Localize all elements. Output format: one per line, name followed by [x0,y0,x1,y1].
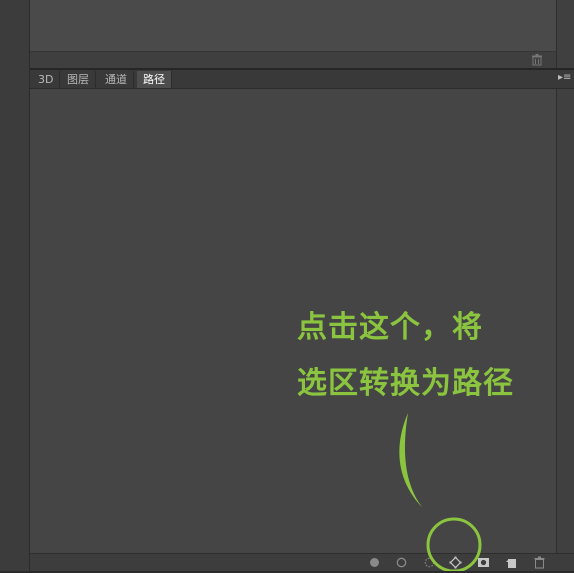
fill-path-icon[interactable] [368,556,381,569]
paths-panel-footer [30,553,574,572]
tab-3d[interactable]: 3D [32,71,61,88]
upper-panel-footer [30,51,556,69]
highlight-circle-icon [426,517,482,573]
tab-layers[interactable]: 图层 [61,71,96,88]
stroke-path-icon[interactable] [395,556,408,569]
trash-icon[interactable] [531,54,543,66]
left-dock-strip [0,0,30,573]
panel-tab-bar: 3D 图层 通道 路径 ▸≡ [30,70,574,89]
panel-menu-icon[interactable]: ▸≡ [558,72,571,84]
tab-channels[interactable]: 通道 [99,71,134,88]
upper-panel [30,0,556,51]
delete-path-icon[interactable] [533,556,546,569]
tab-paths[interactable]: 路径 [137,71,172,88]
new-path-icon[interactable] [505,556,518,569]
annotation-arrow-icon [399,413,422,507]
annotation-line-1: 点击这个，将 [297,310,483,345]
annotation-line-2: 选区转换为路径 [297,366,514,401]
